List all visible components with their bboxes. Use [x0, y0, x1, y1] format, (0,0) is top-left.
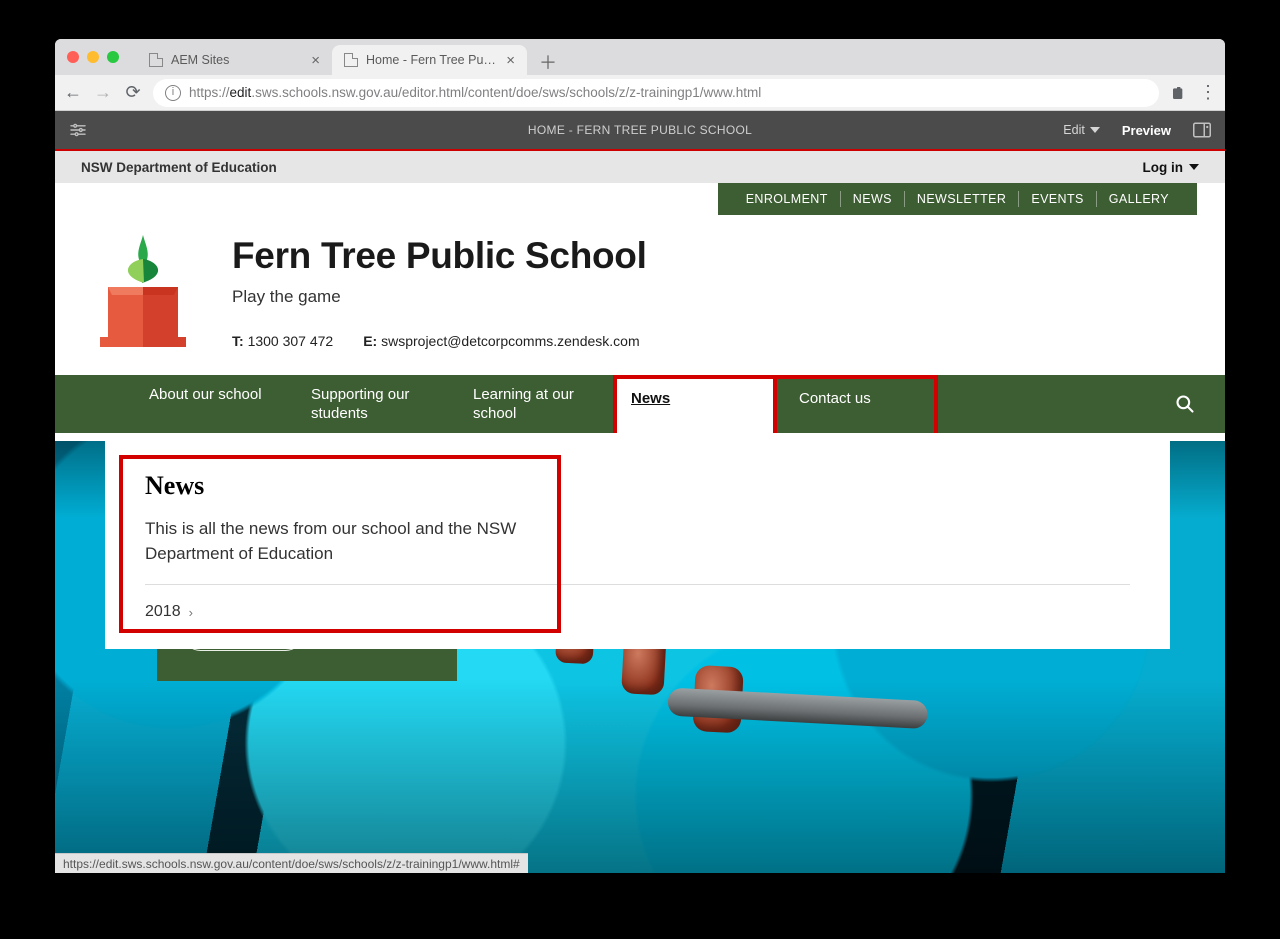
page-icon — [149, 53, 163, 67]
department-bar: NSW Department of Education Log in — [55, 151, 1225, 183]
phone-number: 1300 307 472 — [248, 333, 334, 349]
back-button[interactable]: ← — [63, 83, 83, 103]
aem-page-title: HOME - FERN TREE PUBLIC SCHOOL — [528, 123, 752, 137]
school-name: Fern Tree Public School — [232, 235, 647, 277]
edit-label: Edit — [1063, 123, 1085, 137]
page-icon — [344, 53, 358, 67]
page-content: NSW Department of Education Log in ENROL… — [55, 151, 1225, 873]
tab-close-icon[interactable]: × — [506, 52, 515, 69]
site-info-icon[interactable]: i — [165, 85, 181, 101]
aem-editor-bar: HOME - FERN TREE PUBLIC SCHOOL Edit Prev… — [55, 111, 1225, 151]
login-label: Log in — [1143, 160, 1184, 175]
chevron-down-icon — [1189, 164, 1199, 170]
utility-link-gallery[interactable]: GALLERY — [1097, 192, 1181, 206]
chrome-tab-strip: AEM Sites × Home - Fern Tree Public Scho… — [55, 39, 1225, 75]
nav-contact[interactable]: Contact us — [777, 375, 938, 433]
window-controls — [67, 51, 119, 63]
school-contacts: T: 1300 307 472 E: swsproject@detcorpcom… — [232, 333, 647, 349]
address-bar[interactable]: i https://edit.sws.schools.nsw.gov.au/ed… — [153, 79, 1159, 107]
forward-button[interactable]: → — [93, 83, 113, 103]
utility-link-newsletter[interactable]: NEWSLETTER — [905, 192, 1018, 206]
nav-news[interactable]: News — [613, 375, 777, 433]
browser-actions: ⋮ — [1169, 82, 1217, 103]
page-properties-icon[interactable] — [1193, 122, 1211, 138]
news-year-link[interactable]: 2018 › — [145, 603, 1130, 621]
year-label: 2018 — [145, 603, 181, 621]
nav-supporting[interactable]: Supporting our students — [289, 375, 451, 433]
preview-button[interactable]: Preview — [1122, 123, 1171, 138]
news-description: This is all the news from our school and… — [145, 517, 565, 566]
main-nav: About our school Supporting our students… — [55, 375, 1225, 433]
nav-learning[interactable]: Learning at our school — [451, 375, 613, 433]
divider — [145, 584, 1130, 585]
edit-mode-dropdown[interactable]: Edit — [1063, 123, 1100, 137]
url-text: https://edit.sws.schools.nsw.gov.au/edit… — [189, 85, 761, 100]
tab-list: AEM Sites × Home - Fern Tree Public Scho… — [137, 39, 569, 75]
utility-link-news[interactable]: NEWS — [841, 192, 904, 206]
school-tagline: Play the game — [232, 287, 647, 307]
school-header: Fern Tree Public School Play the game T:… — [55, 215, 1225, 375]
utility-link-enrolment[interactable]: ENROLMENT — [734, 192, 840, 206]
tab-close-icon[interactable]: × — [311, 52, 320, 69]
chevron-right-icon: › — [189, 605, 193, 620]
news-heading: News — [145, 471, 1130, 501]
browser-menu-icon[interactable]: ⋮ — [1199, 82, 1217, 103]
school-logo-icon — [98, 235, 188, 351]
tab-aem-sites[interactable]: AEM Sites × — [137, 45, 332, 75]
tab-title: AEM Sites — [171, 53, 303, 67]
search-icon[interactable] — [1175, 375, 1225, 433]
nav-about[interactable]: About our school — [127, 375, 289, 433]
tab-title: Home - Fern Tree Public Schoo — [366, 53, 498, 67]
browser-toolbar: ← → ⟳ i https://edit.sws.schools.nsw.gov… — [55, 75, 1225, 111]
utility-nav: ENROLMENT NEWS NEWSLETTER EVENTS GALLERY — [55, 183, 1225, 215]
utility-link-events[interactable]: EVENTS — [1019, 192, 1095, 206]
status-url: https://edit.sws.schools.nsw.gov.au/cont… — [63, 857, 520, 871]
tab-home-fern-tree[interactable]: Home - Fern Tree Public Schoo × — [332, 45, 527, 75]
new-tab-button[interactable]: ＋ — [527, 49, 569, 75]
department-title: NSW Department of Education — [81, 160, 277, 175]
fullscreen-window-icon[interactable] — [107, 51, 119, 63]
minimize-window-icon[interactable] — [87, 51, 99, 63]
login-link[interactable]: Log in — [1143, 160, 1200, 175]
side-panel-toggle-icon[interactable] — [55, 123, 87, 137]
email-address: swsproject@detcorpcomms.zendesk.com — [381, 333, 640, 349]
close-window-icon[interactable] — [67, 51, 79, 63]
extension-icon[interactable] — [1169, 84, 1185, 102]
news-dropdown-panel: News This is all the news from our schoo… — [105, 441, 1170, 649]
reload-button[interactable]: ⟳ — [123, 83, 143, 103]
browser-window: AEM Sites × Home - Fern Tree Public Scho… — [55, 39, 1225, 873]
chevron-down-icon — [1090, 127, 1100, 133]
status-bar: https://edit.sws.schools.nsw.gov.au/cont… — [55, 853, 528, 873]
